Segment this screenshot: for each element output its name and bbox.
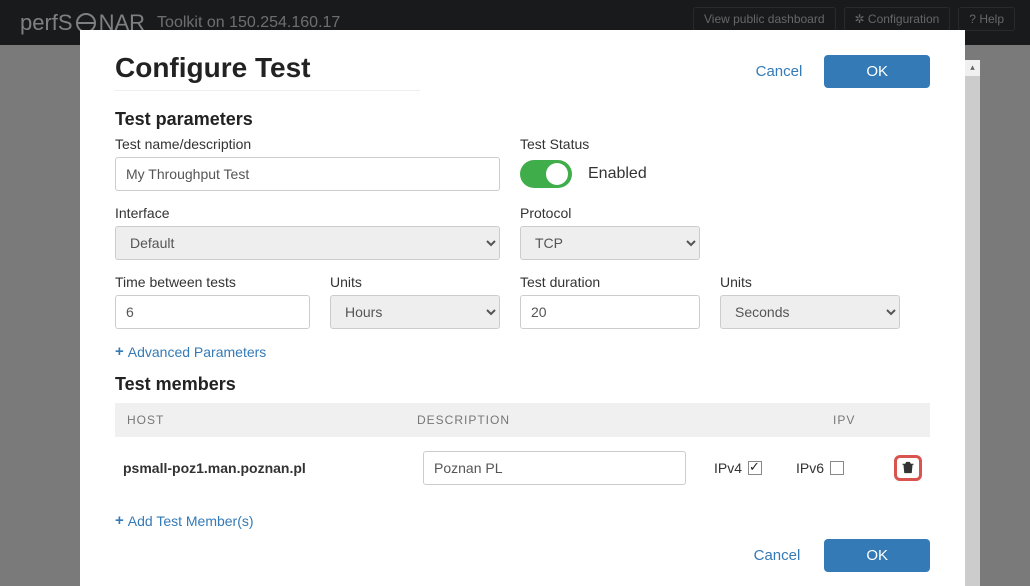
configure-test-modal: Configure Test Cancel OK Test parameters…: [80, 30, 965, 586]
ok-button-top[interactable]: OK: [824, 55, 930, 88]
add-members-label: Add Test Member(s): [128, 513, 254, 529]
members-table-header: HOST DESCRIPTION IPV: [115, 403, 930, 437]
th-host: HOST: [127, 413, 417, 427]
cancel-link-bottom[interactable]: Cancel: [754, 547, 801, 564]
test-status-value: Enabled: [588, 165, 647, 183]
modal-scrollbar[interactable]: ▴: [965, 60, 980, 586]
test-parameters-heading: Test parameters: [115, 109, 930, 130]
table-row: psmall-poz1.man.poznan.pl IPv4 IPv6: [115, 437, 930, 499]
trash-icon: [902, 461, 914, 474]
plus-icon: +: [115, 513, 124, 528]
modal-top-actions: Cancel OK: [756, 55, 930, 88]
test-members-heading: Test members: [115, 374, 930, 395]
test-status-label: Test Status: [520, 136, 930, 152]
modal-bottom-actions: Cancel OK: [754, 539, 930, 572]
time-between-input[interactable]: [115, 295, 310, 329]
protocol-label: Protocol: [520, 205, 700, 221]
member-description-input[interactable]: [423, 451, 686, 485]
test-name-input[interactable]: [115, 157, 500, 191]
plus-icon: +: [115, 344, 124, 359]
delete-member-button[interactable]: [894, 455, 922, 481]
modal-scroll-frame: Configure Test Cancel OK Test parameters…: [0, 30, 1030, 586]
test-duration-label: Test duration: [520, 274, 700, 290]
units1-label: Units: [330, 274, 500, 290]
scroll-up-icon: ▴: [965, 60, 980, 76]
member-host: psmall-poz1.man.poznan.pl: [123, 460, 413, 476]
time-between-label: Time between tests: [115, 274, 310, 290]
modal-overlay: Configure Test Cancel OK Test parameters…: [0, 0, 1030, 586]
modal-title: Configure Test: [115, 52, 420, 91]
cancel-link-top[interactable]: Cancel: [756, 63, 803, 80]
scroll-thumb[interactable]: [965, 76, 980, 586]
ipv4-label: IPv4: [714, 460, 742, 476]
test-name-label: Test name/description: [115, 136, 500, 152]
advanced-parameters-link[interactable]: + Advanced Parameters: [115, 344, 266, 360]
test-status-toggle[interactable]: [520, 160, 572, 188]
toggle-knob: [546, 163, 568, 185]
units2-label: Units: [720, 274, 900, 290]
ipv6-label: IPv6: [796, 460, 824, 476]
test-duration-input[interactable]: [520, 295, 700, 329]
interface-select[interactable]: Default: [115, 226, 500, 260]
interface-label: Interface: [115, 205, 500, 221]
ipv6-checkbox[interactable]: [830, 461, 844, 475]
ipv4-checkbox[interactable]: [748, 461, 762, 475]
protocol-select[interactable]: TCP: [520, 226, 700, 260]
th-description: DESCRIPTION: [417, 413, 833, 427]
units1-select[interactable]: Hours: [330, 295, 500, 329]
units2-select[interactable]: Seconds: [720, 295, 900, 329]
add-test-members-link[interactable]: + Add Test Member(s): [115, 513, 254, 529]
ok-button-bottom[interactable]: OK: [824, 539, 930, 572]
advanced-label: Advanced Parameters: [128, 344, 267, 360]
th-ipv: IPV: [833, 413, 918, 427]
